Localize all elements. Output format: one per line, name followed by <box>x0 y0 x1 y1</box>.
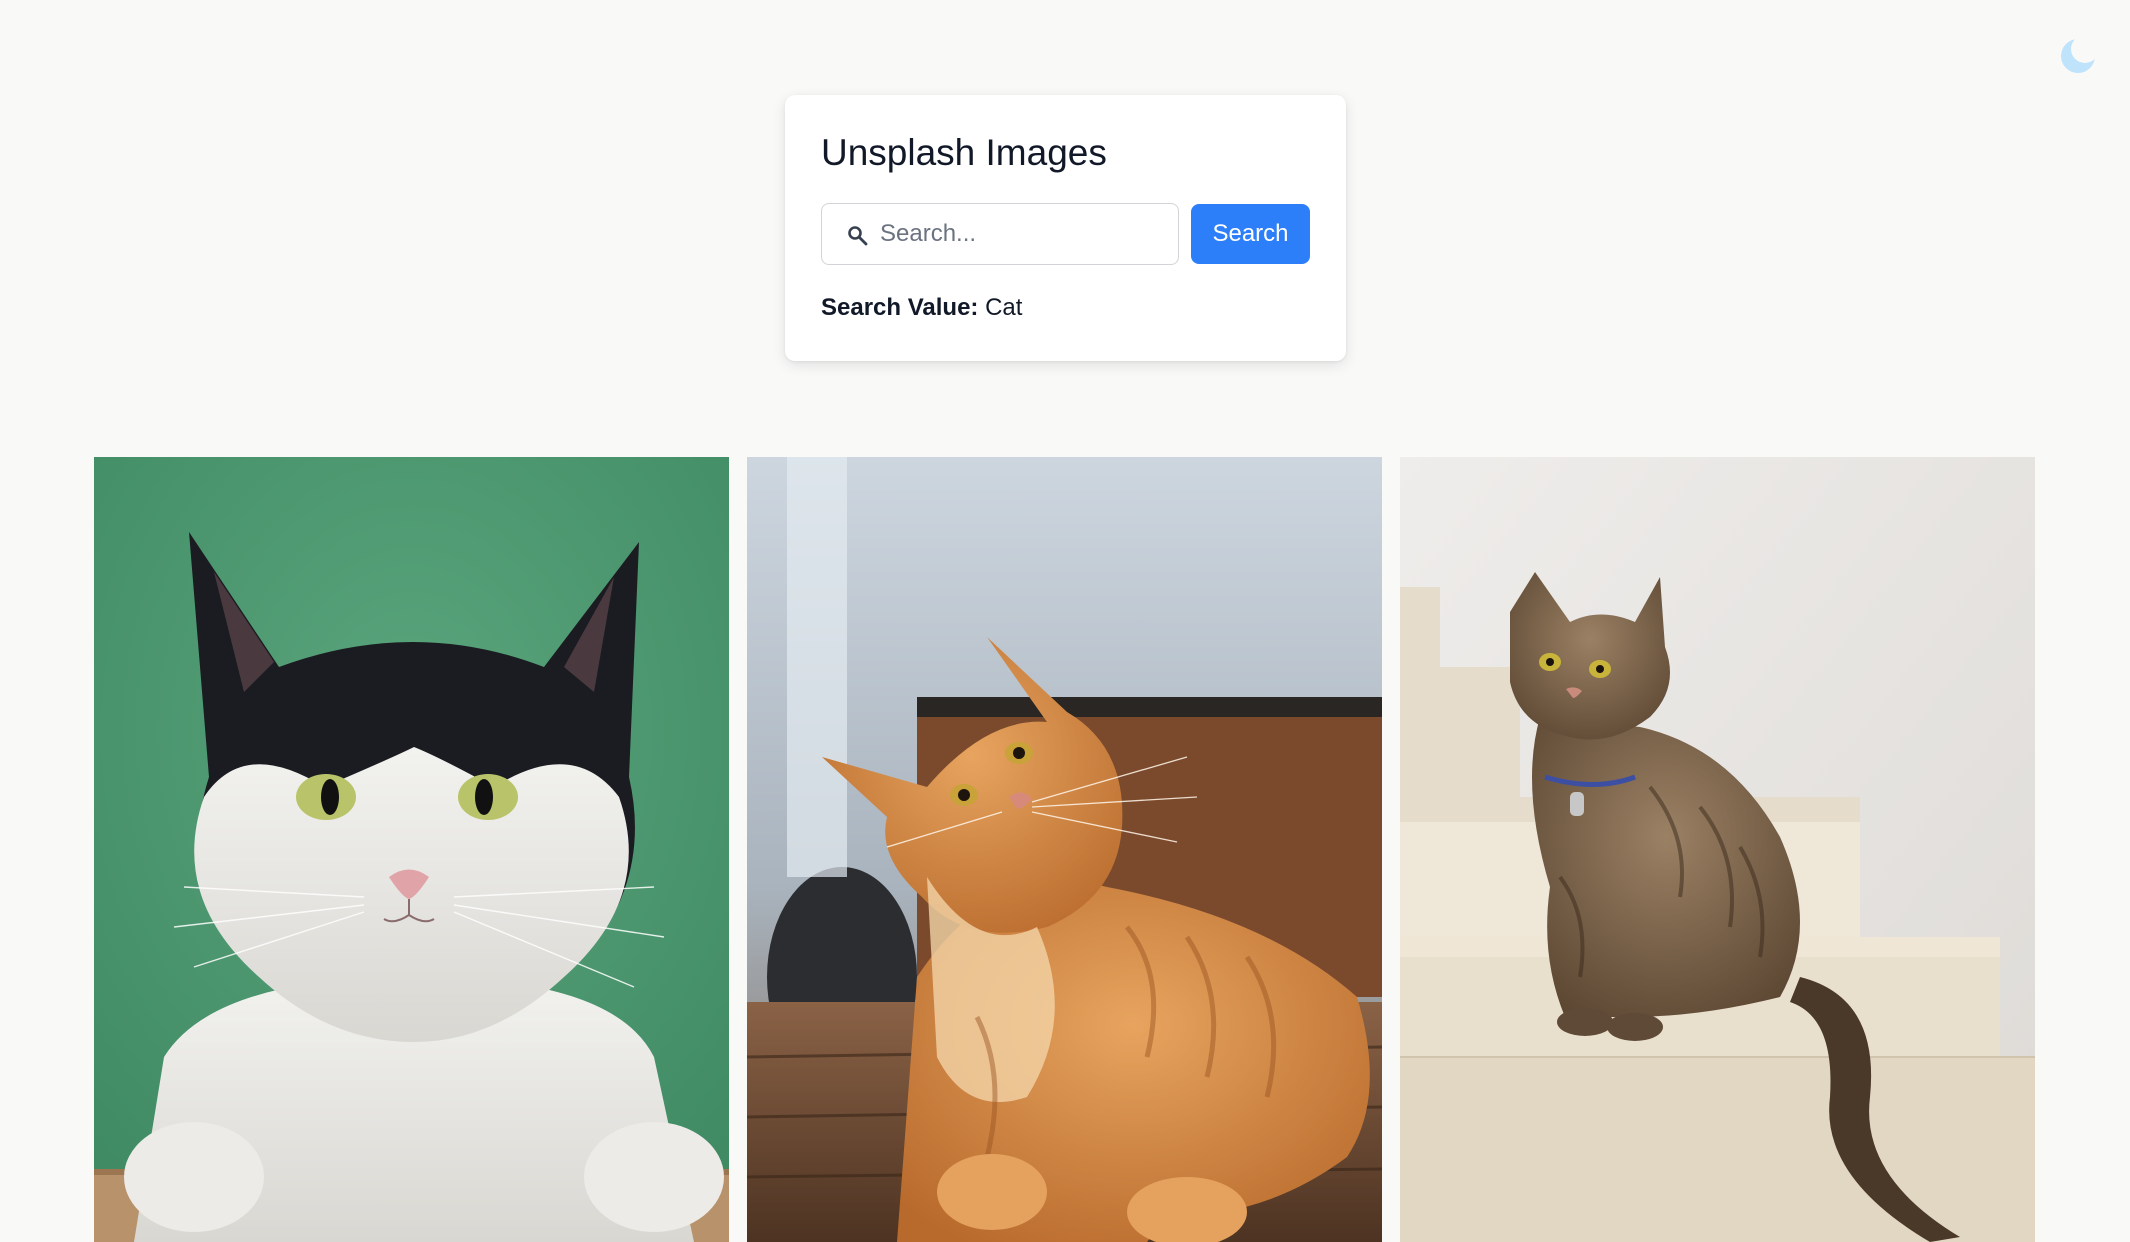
cat-photo-1 <box>94 457 729 1242</box>
search-button[interactable]: Search <box>1191 204 1310 264</box>
gallery-image-1[interactable] <box>94 457 729 1242</box>
gallery-image-3[interactable] <box>1400 457 2035 1242</box>
moon-icon <box>2061 39 2095 73</box>
search-input[interactable] <box>880 204 1160 263</box>
theme-toggle-button[interactable] <box>2058 36 2098 76</box>
search-icon <box>848 226 868 246</box>
search-value-label: Search Value: <box>821 294 979 321</box>
search-value-display: Search Value: Cat <box>821 294 1022 323</box>
page-title: Unsplash Images <box>821 132 1107 173</box>
page: Unsplash Images Search Search Value: Cat <box>0 0 2130 1242</box>
search-value-text: Cat <box>985 294 1023 321</box>
cat-photo-3 <box>1400 457 2035 1242</box>
cat-photo-2 <box>747 457 1382 1242</box>
search-field[interactable] <box>821 203 1179 265</box>
search-card: Unsplash Images Search Search Value: Cat <box>785 95 1346 361</box>
image-gallery <box>94 457 2037 1242</box>
gallery-image-2[interactable] <box>747 457 1382 1242</box>
